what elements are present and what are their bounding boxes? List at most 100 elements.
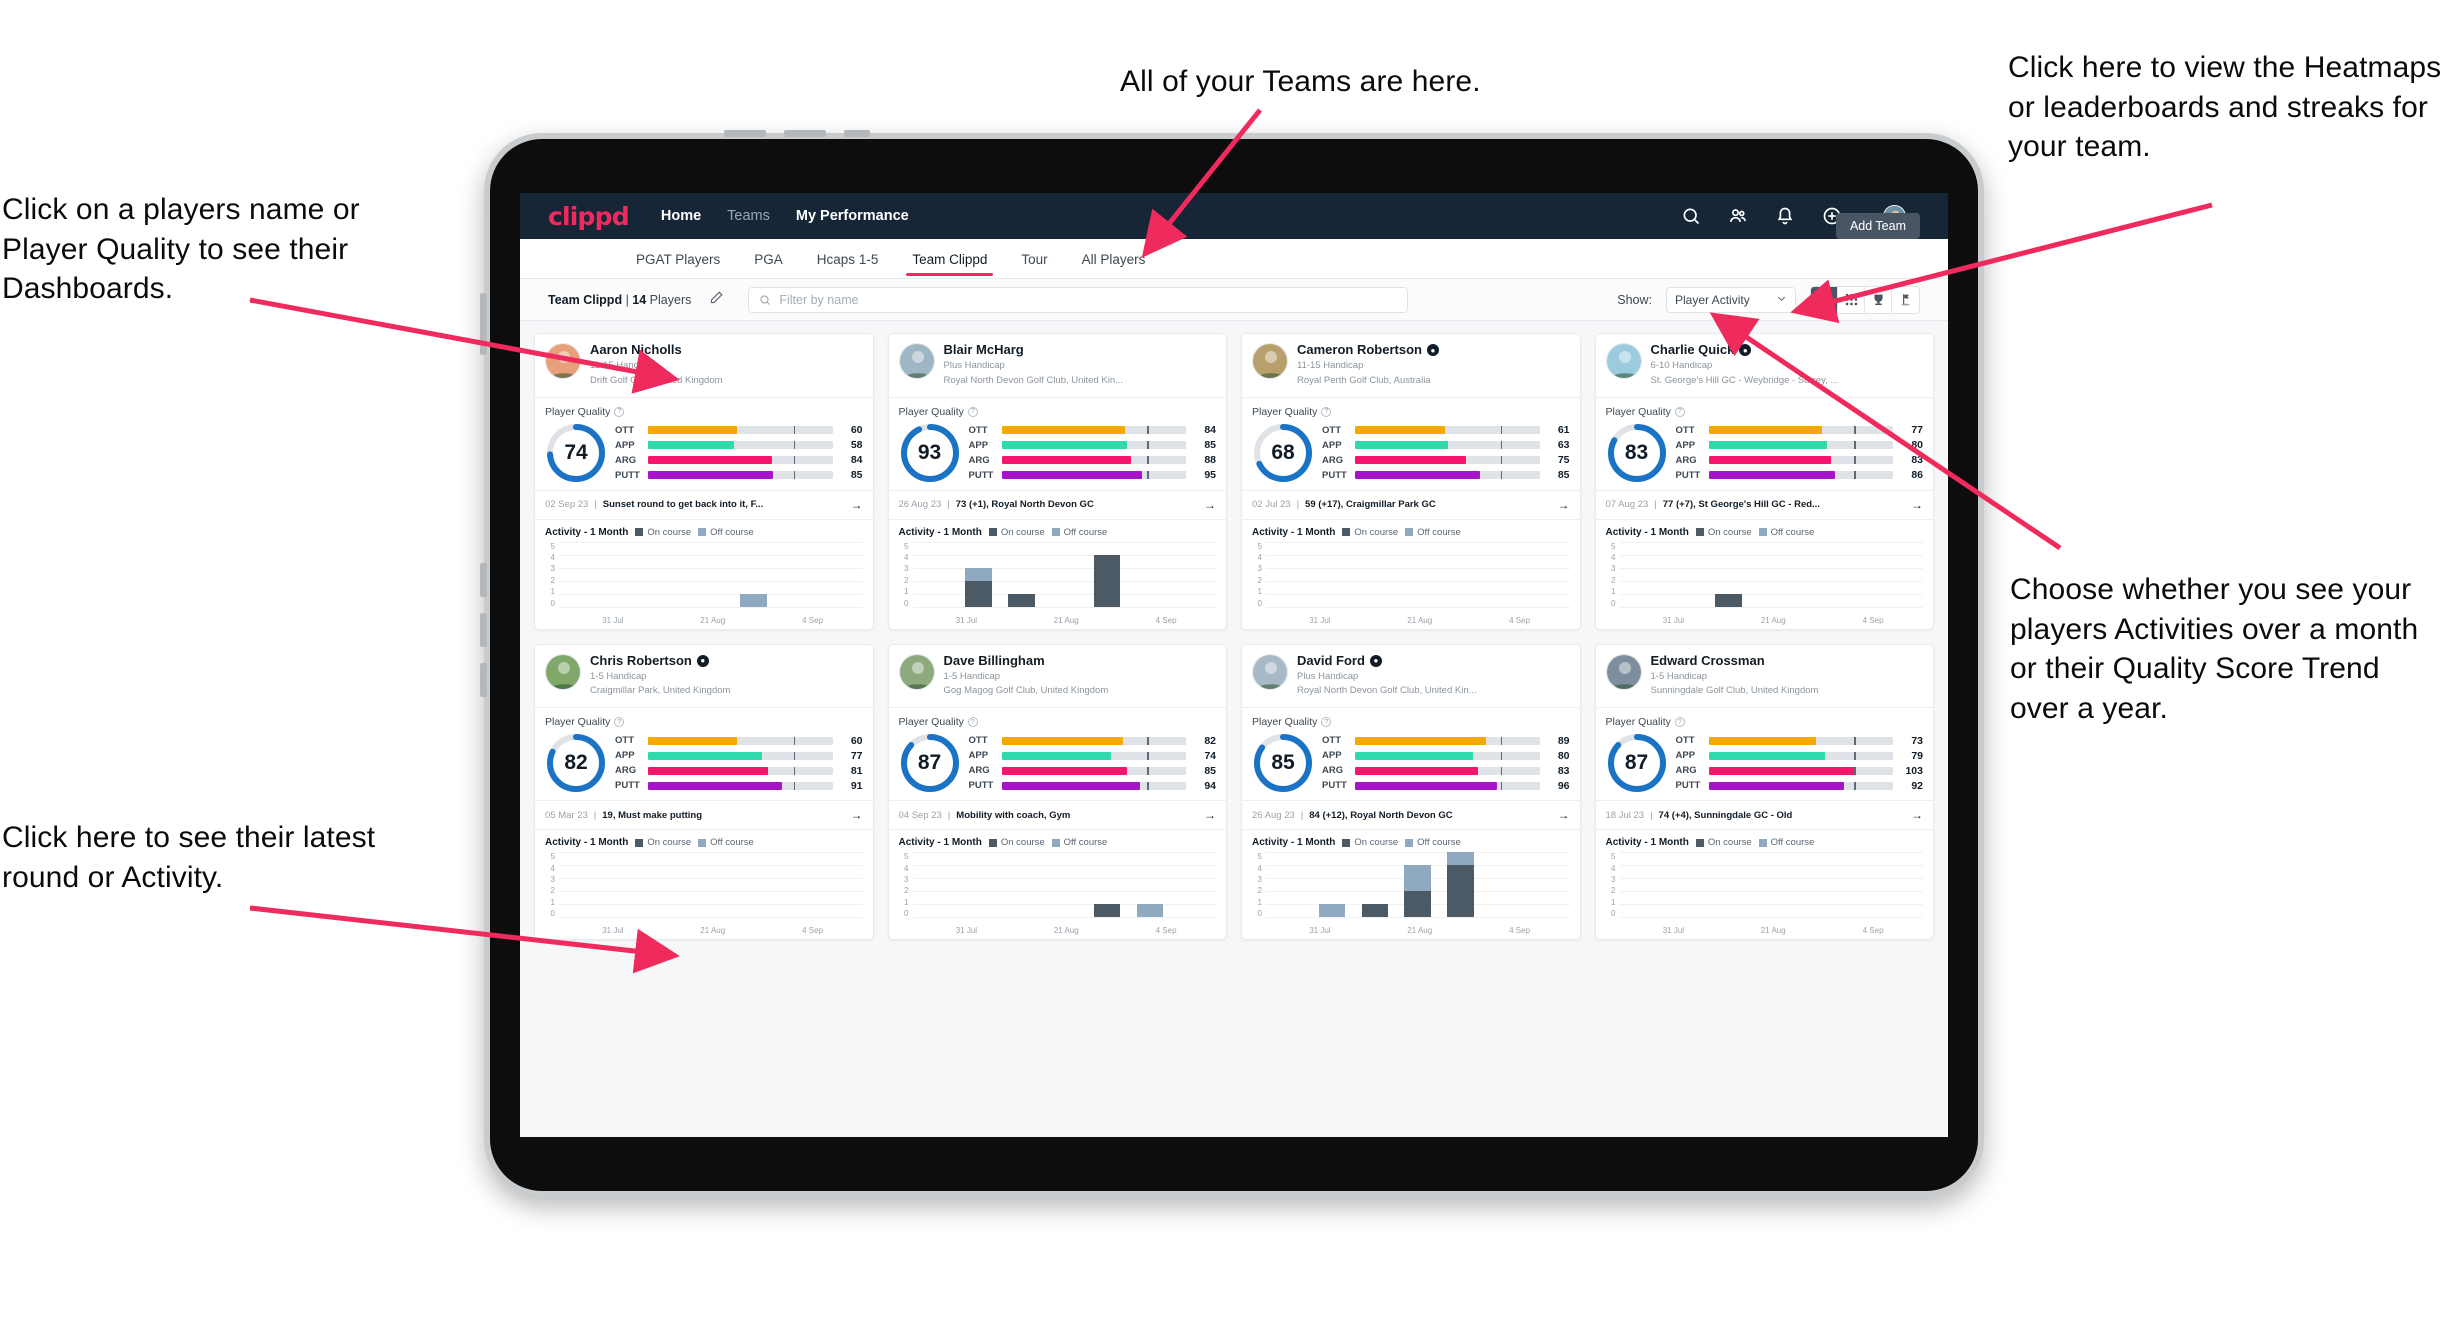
player-card-header[interactable]: Aaron Nicholls 11-15 Handicap Drift Golf C… — [535, 334, 873, 397]
player-card-header[interactable]: Blair McHarg Plus Handicap Royal North Dev… — [889, 334, 1227, 397]
latest-round-row[interactable]: 05 Mar 23 | 19, Must make putting → — [535, 800, 873, 831]
player-quality-block[interactable]: Player Quality? 87 OTT 82 APP 74 ARG 85 PUTT 94 — [889, 708, 1227, 800]
y-tick: 3 — [1257, 874, 1262, 884]
player-quality-block[interactable]: Player Quality? 87 OTT 73 APP 79 ARG 103 PUTT 92 — [1596, 708, 1934, 800]
player-card-header[interactable]: Chris Robertson ● 1-5 Handicap Craigmillar … — [535, 645, 873, 708]
metric-value: 58 — [850, 439, 863, 452]
player-quality-block[interactable]: Player Quality? 68 OTT 61 APP 63 ARG 75 PUTT 85 — [1242, 398, 1580, 490]
dots-grid-view-icon[interactable] — [1838, 286, 1865, 313]
player-name[interactable]: Blair McHarg — [944, 342, 1217, 358]
nav-link-home[interactable]: Home — [661, 208, 701, 224]
player-name[interactable]: David Ford ● — [1297, 653, 1570, 669]
help-icon[interactable]: ? — [1674, 717, 1685, 728]
arrow-right-icon[interactable]: → — [1558, 498, 1570, 512]
bell-icon[interactable] — [1775, 206, 1795, 226]
activity-x-axis: 31 Jul 21 Aug 4 Sep — [899, 926, 1217, 935]
player-card[interactable]: David Ford ● Plus Handicap Royal North Devo… — [1241, 643, 1581, 941]
player-card[interactable]: Dave Billingham 1-5 Handicap Gog Magog Gol… — [887, 643, 1227, 941]
arrow-right-icon[interactable]: → — [1204, 498, 1216, 512]
tab-team-clippd[interactable]: Team Clippd — [906, 242, 994, 276]
latest-round-row[interactable]: 26 Aug 23 | 73 (+1), Royal North Devon GC → — [888, 489, 1226, 520]
player-quality-block[interactable]: Player Quality? 83 OTT 77 APP 80 ARG 83 PUTT 86 — [1596, 398, 1934, 490]
player-card-header[interactable]: David Ford ● Plus Handicap Royal North Devo… — [1242, 645, 1580, 708]
metric-fill — [1355, 766, 1478, 775]
flag-view-icon[interactable] — [1892, 287, 1919, 313]
y-tick: 0 — [904, 598, 909, 608]
device-button — [480, 563, 487, 597]
latest-round-row[interactable]: 02 Sep 23 | Sunset round to get back into … — [535, 489, 873, 520]
metric-bars: OTT 77 APP 80 ARG 83 PUTT 86 — [1676, 424, 1924, 481]
help-icon[interactable]: ? — [967, 406, 978, 417]
metric-label: ARG — [615, 765, 637, 777]
latest-round-row[interactable]: 18 Jul 23 | 74 (+4), Sunningdale GC - Old → — [1595, 800, 1933, 831]
grid-view-icon[interactable] — [1811, 286, 1838, 313]
y-tick: 2 — [550, 575, 555, 585]
latest-round-row[interactable]: 02 Jul 23 | 59 (+17), Craigmillar Park GC → — [1242, 489, 1580, 520]
player-name[interactable]: Chris Robertson ● — [590, 653, 863, 669]
help-icon[interactable]: ? — [614, 717, 625, 728]
arrow-right-icon[interactable]: → — [851, 808, 863, 822]
player-card[interactable]: Edward Crossman 1-5 Handicap Sunningdale G… — [1594, 643, 1934, 941]
tab-pgat-players[interactable]: PGAT Players — [634, 242, 722, 276]
player-name[interactable]: Dave Billingham — [944, 653, 1217, 669]
activity-x-axis: 31 Jul 21 Aug 4 Sep — [1252, 926, 1570, 935]
people-icon[interactable] — [1728, 206, 1748, 226]
clippd-logo[interactable]: clippd — [548, 202, 630, 231]
latest-round-row[interactable]: 04 Sep 23 | Mobility with coach, Gym → — [888, 800, 1226, 831]
on-course-swatch — [1342, 838, 1351, 847]
player-club: St. George's Hill GC - Weybridge - Surre… — [1650, 374, 1839, 386]
help-icon[interactable]: ? — [1321, 717, 1332, 728]
player-name[interactable]: Aaron Nicholls — [590, 342, 863, 358]
tab-pga[interactable]: PGA — [752, 242, 785, 276]
search-icon[interactable] — [1681, 206, 1701, 226]
player-card-header[interactable]: Charlie Quick ● 6-10 Handicap St. George's … — [1596, 334, 1934, 397]
tab-all-players[interactable]: All Players — [1080, 242, 1148, 276]
metric-benchmark-tick — [1854, 426, 1856, 435]
edit-pencil-icon[interactable] — [705, 290, 724, 310]
player-name[interactable]: Edward Crossman — [1651, 653, 1924, 669]
tab-tour[interactable]: Tour — [1019, 242, 1049, 276]
arrow-right-icon[interactable]: → — [851, 498, 863, 512]
metric-row: ARG 83 — [1676, 454, 1924, 466]
metric-value: 94 — [1204, 779, 1216, 792]
player-card-header[interactable]: Dave Billingham 1-5 Handicap Gog Magog Gol… — [889, 645, 1227, 708]
search-icon — [760, 294, 771, 305]
nav-link-my-performance[interactable]: My Performance — [796, 208, 909, 224]
player-card[interactable]: Aaron Nicholls 11-15 Handicap Drift Golf C… — [534, 333, 874, 630]
player-card-header[interactable]: Cameron Robertson ● 11-15 Handicap Royal Pe… — [1242, 334, 1580, 397]
player-card-header[interactable]: Edward Crossman 1-5 Handicap Sunningdale G… — [1596, 645, 1934, 708]
search-input[interactable]: Filter by name — [748, 286, 1409, 313]
x-tick: 21 Aug — [1760, 926, 1786, 936]
nav-link-teams[interactable]: Teams — [727, 208, 770, 224]
help-icon[interactable]: ? — [967, 717, 978, 728]
add-team-button[interactable]: Add Team — [1835, 213, 1920, 239]
help-icon[interactable]: ? — [1674, 406, 1685, 417]
help-icon[interactable]: ? — [1321, 406, 1332, 417]
player-card[interactable]: Cameron Robertson ● 11-15 Handicap Royal Pe… — [1241, 333, 1581, 630]
activity-off-course-segment — [740, 593, 767, 607]
help-icon[interactable]: ? — [614, 406, 625, 417]
activity-bar-slot — [775, 542, 818, 607]
arrow-right-icon[interactable]: → — [1911, 808, 1923, 822]
player-card[interactable]: Blair McHarg Plus Handicap Royal North Dev… — [887, 333, 1227, 630]
x-tick: 31 Jul — [1309, 926, 1331, 936]
player-quality-block[interactable]: Player Quality? 85 OTT 89 APP 80 ARG 83 PUTT 96 — [1242, 708, 1580, 800]
arrow-right-icon[interactable]: → — [1911, 498, 1923, 512]
player-name[interactable]: Charlie Quick ● — [1651, 342, 1924, 358]
tab-hcaps-1-5[interactable]: Hcaps 1-5 — [815, 242, 881, 276]
arrow-right-icon[interactable]: → — [1558, 808, 1570, 822]
trophy-view-icon[interactable] — [1865, 286, 1892, 313]
latest-round-row[interactable]: 26 Aug 23 | 84 (+12), Royal North Devon GC… — [1242, 800, 1580, 831]
arrow-right-icon[interactable]: → — [1204, 808, 1216, 822]
activity-header: Activity - 1 Month On course Off course — [899, 527, 1217, 538]
y-tick: 4 — [904, 552, 909, 562]
player-card[interactable]: Chris Robertson ● 1-5 Handicap Craigmillar … — [534, 643, 874, 941]
player-card[interactable]: Charlie Quick ● 6-10 Handicap St. George's … — [1594, 333, 1934, 630]
player-quality-block[interactable]: Player Quality? 82 OTT 60 APP 77 ARG 81 PUTT 91 — [535, 708, 873, 800]
latest-round-row[interactable]: 07 Aug 23 | 77 (+7), St George's Hill GC -… — [1595, 489, 1933, 520]
player-name[interactable]: Cameron Robertson ● — [1297, 342, 1570, 358]
player-quality-block[interactable]: Player Quality? 74 OTT 60 APP 58 ARG 84 PUTT 85 — [535, 398, 873, 490]
show-select[interactable]: Player Activity — [1666, 286, 1796, 313]
metric-fill — [1001, 456, 1132, 465]
player-quality-block[interactable]: Player Quality? 93 OTT 84 APP 85 ARG 88 PUTT 95 — [889, 398, 1227, 490]
